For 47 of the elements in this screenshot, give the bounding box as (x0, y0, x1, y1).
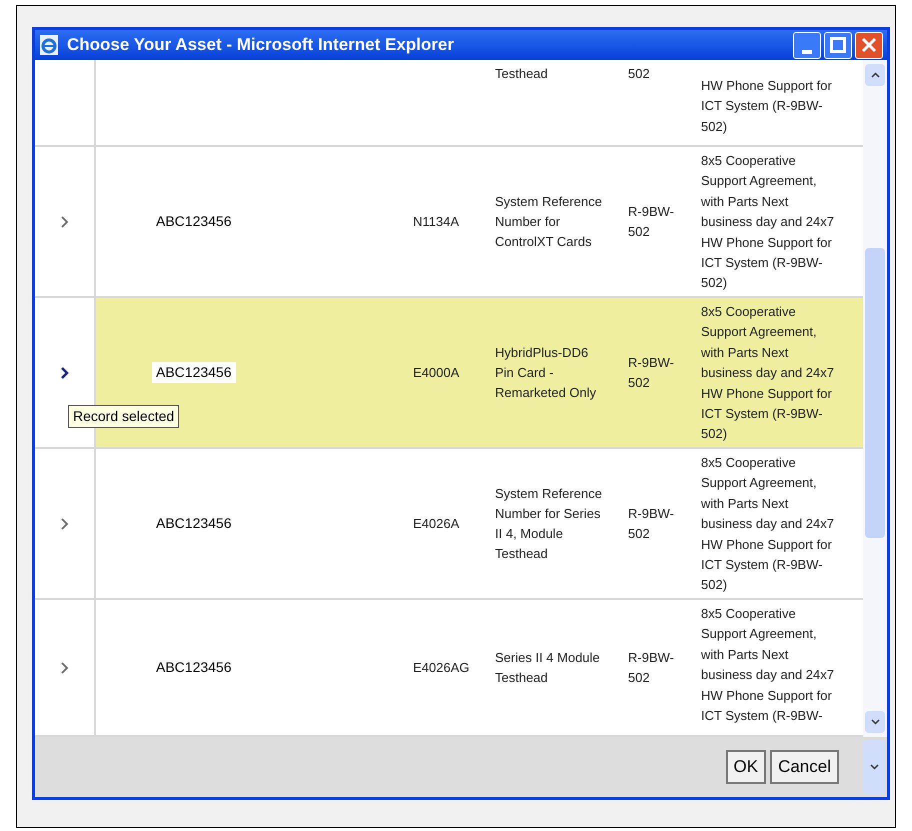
dialog-button[interactable]: Cancel (770, 750, 839, 784)
location-cell-text: R-9BW- 502 (628, 202, 674, 240)
location-cell-text: R-9BW- 502 (628, 648, 674, 686)
description-cell-text: HybridPlus-DD6 Pin Card - Remarketed Only (495, 344, 596, 402)
description-cell-text: Series II 4 Module Testhead (495, 648, 600, 686)
maximize-icon (830, 37, 846, 53)
support-cell-text: 8x5 Cooperative Support Agreement, with Parts Next business day and 24x7 HW Phone Support for ICT System (R-9BW- 502) (701, 454, 834, 594)
maximize-button[interactable] (824, 32, 852, 58)
tooltip: Record selected (68, 405, 180, 428)
table-row[interactable]: Testhead 502 HW Phone Support for ICT System (R-9BW- 502) (35, 60, 863, 147)
caret-down-icon (870, 764, 878, 770)
chevron-icon[interactable] (60, 518, 68, 530)
table-row[interactable]: ABC123456 E4026AG Series II 4 Module Testhead R-9BW- 502 8x5 Cooperative Support Agreement, with Parts Next business day and 24x7 HW Phone Support for ICT System (R-9BW- (35, 600, 863, 737)
description-cell-text: System Reference Number for ControlXT Cards (495, 192, 602, 250)
dialog-button[interactable]: OK (726, 750, 766, 784)
table-row[interactable]: ABC123456 N1134A System Reference Number for ControlXT Cards R-9BW- 502 8x5 Cooperative Support Agreement, with Parts Next business day and 24x7 HW Phone Support for ICT System (R-9BW- 502) (35, 147, 863, 298)
scroll-down-button[interactable] (865, 711, 885, 733)
scroll-up-button[interactable] (865, 64, 885, 86)
part-number-cell-text: N1134A (413, 212, 460, 231)
close-icon (861, 37, 877, 53)
chevron-icon[interactable] (60, 662, 68, 674)
location-cell-text: 502 (628, 65, 650, 83)
table-row[interactable] (35, 298, 863, 449)
part-number-cell-text: E4026A (413, 514, 460, 533)
browser-logo-icon (39, 34, 59, 56)
description-cell-text: Testhead (495, 65, 548, 83)
caret-down-icon (870, 719, 880, 725)
asset-cell: ABC123456 (152, 362, 236, 383)
support-cell-text: HW Phone Support for ICT System (R-9BW- 502) (701, 76, 832, 136)
caret-up-icon (870, 72, 880, 78)
window-title: Choose Your Asset - Microsoft Internet Explorer (67, 34, 454, 56)
chevron-icon[interactable] (60, 366, 68, 378)
table-row[interactable] (35, 449, 863, 600)
support-cell-text: 8x5 Cooperative Support Agreement, with Parts Next business day and 24x7 HW Phone Support for ICT System (R-9BW- 502) (701, 303, 834, 444)
description-cell-text: System Reference Number for Series II 4, Module Testhead (495, 484, 602, 562)
chevron-icon[interactable] (60, 216, 68, 228)
scroll-thumb[interactable] (865, 248, 885, 538)
part-number-cell-text: E4026AG (413, 658, 470, 677)
minimize-icon (802, 50, 812, 54)
scrollbar[interactable] (863, 60, 887, 737)
minimize-button[interactable] (793, 32, 821, 58)
support-cell-text: 8x5 Cooperative Support Agreement, with Parts Next business day and 24x7 HW Phone Support for ICT System (R-9BW- (701, 605, 834, 726)
support-cell-text: 8x5 Cooperative Support Agreement, with Parts Next business day and 24x7 HW Phone Support for ICT System (R-9BW- 502) (701, 152, 834, 292)
close-button[interactable] (855, 32, 883, 58)
location-cell-text: R-9BW- 502 (628, 504, 674, 542)
location-cell-text: R-9BW- 502 (628, 354, 674, 392)
part-number-cell-text: E4000A (413, 364, 460, 382)
